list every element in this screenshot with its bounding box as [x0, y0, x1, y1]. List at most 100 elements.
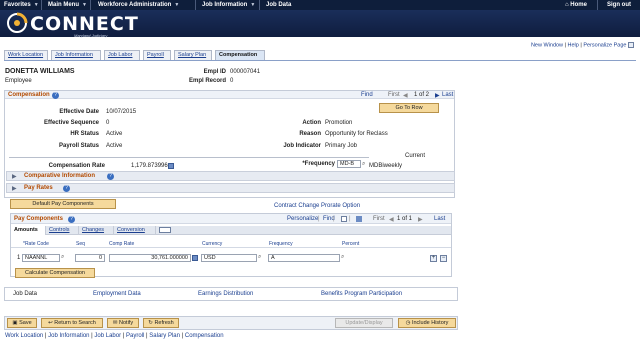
nav-divider	[90, 0, 91, 10]
view-all-icon[interactable]	[341, 216, 347, 222]
col-frequency[interactable]: Frequency	[269, 241, 293, 247]
contract-change-prorate-link[interactable]: Contract Change Prorate Option	[274, 203, 360, 209]
next-arrow-icon[interactable]: ▶	[435, 92, 440, 99]
search-icon[interactable]: ⌕	[362, 161, 365, 168]
previous-arrow-icon[interactable]: ◀	[403, 92, 408, 99]
show-all-columns-icon[interactable]	[159, 227, 171, 233]
job-data-link[interactable]: Job Data	[13, 291, 37, 297]
previous-arrow-icon[interactable]: ◀	[389, 216, 394, 223]
connect-logo-text: CONNECT	[30, 13, 139, 35]
grid-tab-controls[interactable]: Controls	[46, 226, 79, 235]
reason-value: Opportunity for Reclass	[325, 131, 388, 137]
help-icon[interactable]: ?	[52, 92, 59, 99]
new-window-link[interactable]: New Window	[531, 42, 563, 48]
personalize-link[interactable]: Personalize	[287, 216, 318, 222]
default-pay-components-button[interactable]: Default Pay Components	[10, 199, 116, 209]
tab-salary-plan[interactable]: Salary Plan	[174, 50, 212, 60]
help-icon[interactable]: ?	[68, 216, 75, 223]
page-menu-icon[interactable]	[628, 42, 634, 48]
tab-job-information[interactable]: Job Information	[51, 50, 101, 60]
breadcrumb-workforce[interactable]: Workforce Administration ▼	[98, 2, 179, 8]
search-icon[interactable]: ⌕	[341, 254, 344, 261]
breadcrumb-job-data[interactable]: Job Data	[266, 2, 291, 8]
favorites-menu[interactable]: Favorites ▼	[4, 2, 39, 8]
include-history-button[interactable]: ◷ Include History	[398, 318, 456, 328]
tab-payroll[interactable]: Payroll	[143, 50, 171, 60]
footer-tab-links: Work Location | Job Information | Job La…	[5, 333, 224, 339]
go-to-row-button[interactable]: Go To Row	[379, 103, 439, 113]
calculate-compensation-button[interactable]: Calculate Compensation	[15, 268, 95, 278]
calculator-icon[interactable]	[192, 255, 198, 261]
notify-button[interactable]: ✉ Notify	[107, 318, 139, 328]
benefits-program-link[interactable]: Benefits Program Participation	[321, 291, 402, 297]
tab-work-location[interactable]: Work Location	[4, 50, 48, 60]
comp-rate-input[interactable]: 30,761.000000	[109, 254, 191, 262]
earnings-distribution-link[interactable]: Earnings Distribution	[198, 291, 253, 297]
tab-compensation[interactable]: Compensation	[215, 50, 265, 60]
download-grid-icon[interactable]	[356, 216, 362, 222]
chevron-down-icon: ▼	[33, 2, 39, 8]
employment-data-link[interactable]: Employment Data	[93, 291, 141, 297]
refresh-button[interactable]: ↻ Refresh	[143, 318, 179, 328]
search-icon[interactable]: ⌕	[258, 254, 261, 261]
comparative-information-section[interactable]: ▶ Comparative Information ?	[6, 171, 455, 181]
col-comp-rate[interactable]: Comp Rate	[109, 241, 134, 247]
help-icon[interactable]: ?	[107, 173, 114, 180]
help-icon[interactable]: ?	[63, 185, 70, 192]
home-link[interactable]: ⌂ Home	[565, 2, 587, 8]
compensation-last-link[interactable]: Last	[442, 92, 453, 98]
rate-code-input[interactable]: NAANNL	[22, 254, 60, 262]
currency-input[interactable]: USD	[201, 254, 257, 262]
return-to-search-button[interactable]: ↩ Return to Search	[41, 318, 103, 328]
delete-row-button[interactable]: −	[440, 255, 447, 262]
empl-record-value: 0	[230, 78, 234, 84]
employee-name: DONETTA WILLIAMS	[5, 68, 75, 75]
frequency-input[interactable]: MD-B	[337, 160, 361, 168]
last-link[interactable]: Last	[434, 216, 445, 222]
compensation-find-link[interactable]: Find	[361, 92, 373, 98]
help-link[interactable]: Help	[568, 42, 579, 48]
col-seq[interactable]: Seq	[76, 241, 85, 247]
grid-tab-amounts[interactable]: Amounts	[11, 226, 46, 235]
footer-work-location-link[interactable]: Work Location	[5, 333, 43, 339]
hr-status-value: Active	[106, 131, 123, 137]
personalize-page-link[interactable]: Personalize Page	[583, 42, 626, 48]
chevron-down-icon: ▼	[250, 2, 256, 8]
effective-sequence-label: Effective Sequence	[43, 120, 99, 126]
grid-column-header: *Rate Code Seq Comp Rate Currency Freque…	[11, 239, 451, 248]
next-arrow-icon[interactable]: ▶	[418, 216, 423, 223]
col-currency[interactable]: Currency	[202, 241, 222, 247]
add-row-button[interactable]: +	[430, 255, 437, 262]
nav-divider	[259, 0, 260, 10]
grid-tab-changes[interactable]: Changes	[79, 226, 114, 235]
save-button[interactable]: ▣ Save	[7, 318, 37, 328]
pay-components-title: Pay Components	[14, 216, 64, 222]
breadcrumb-job-information[interactable]: Job Information ▼	[202, 2, 255, 8]
footer-job-labor-link[interactable]: Job Labor	[94, 333, 121, 339]
pay-rates-section[interactable]: ▶ Pay Rates ?	[6, 183, 455, 193]
calculator-icon[interactable]	[168, 163, 174, 169]
empl-id-label: Empl ID	[203, 69, 226, 75]
main-menu[interactable]: Main Menu ▼	[48, 2, 87, 8]
frequency-row-input[interactable]: A	[268, 254, 340, 262]
search-icon[interactable]: ⌕	[61, 254, 64, 261]
footer-job-information-link[interactable]: Job Information	[48, 333, 89, 339]
tab-job-labor[interactable]: Job Labor	[104, 50, 140, 60]
job-information-label: Job Information	[202, 2, 248, 8]
chevron-down-icon: ▼	[82, 2, 87, 8]
col-rate-code[interactable]: *Rate Code	[23, 241, 49, 247]
frequency-label: *Frequency	[302, 161, 335, 167]
footer-salary-plan-link[interactable]: Salary Plan	[149, 333, 180, 339]
payroll-status-value: Active	[106, 143, 123, 149]
grid-tab-conversion[interactable]: Conversion	[114, 226, 156, 235]
sign-out-link[interactable]: Sign out	[607, 2, 631, 8]
col-percent[interactable]: Percent	[342, 241, 359, 247]
footer-compensation-link[interactable]: Compensation	[185, 333, 224, 339]
home-label: Home	[570, 2, 587, 8]
update-display-button[interactable]: Update/Display	[335, 318, 393, 328]
nav-divider	[597, 0, 598, 10]
connect-logo-icon	[7, 12, 28, 33]
seq-input[interactable]: 0	[75, 254, 105, 262]
footer-payroll-link[interactable]: Payroll	[126, 333, 144, 339]
job-indicator-label: Job Indicator	[283, 143, 321, 149]
